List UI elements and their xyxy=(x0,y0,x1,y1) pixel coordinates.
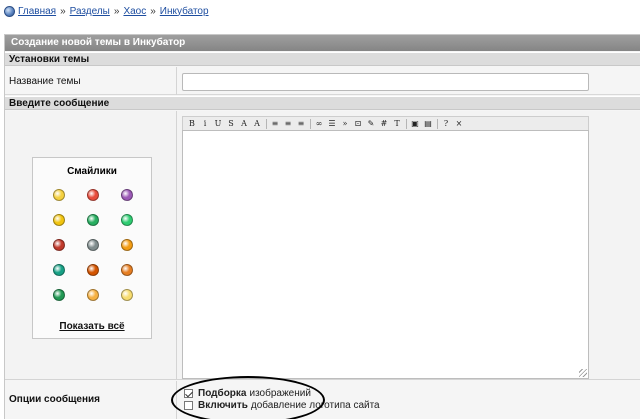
remove-format-button[interactable]: × xyxy=(453,118,465,130)
bold-button[interactable]: B xyxy=(186,118,198,130)
smilies-title: Смайлики xyxy=(67,166,117,177)
gun-smiley-icon[interactable] xyxy=(53,239,65,251)
grin-smiley-icon[interactable] xyxy=(53,189,65,201)
love-smiley-icon[interactable] xyxy=(87,189,99,201)
breadcrumb-link-home[interactable]: Главная xyxy=(18,6,56,17)
sad-smiley-icon[interactable] xyxy=(53,289,65,301)
image-gallery-checkbox[interactable] xyxy=(184,389,193,398)
topic-title-input[interactable] xyxy=(182,73,589,91)
align-center-button[interactable]: ≡ xyxy=(282,118,294,130)
column-divider xyxy=(176,381,177,419)
align-left-button[interactable]: ≡ xyxy=(269,118,281,130)
list-button[interactable]: ☰ xyxy=(326,118,338,130)
strike-button[interactable]: S xyxy=(225,118,237,130)
toolbar-separator xyxy=(406,118,407,129)
breadcrumb: Главная » Разделы » Хаос » Инкубатор xyxy=(4,4,209,18)
html-button[interactable]: ⊡ xyxy=(352,118,364,130)
toolbar-separator xyxy=(437,118,438,129)
toolbar-separator xyxy=(310,118,311,129)
new-topic-panel: Создание новой темы в Инкубатор Установк… xyxy=(4,34,640,419)
dizzy-smiley-icon[interactable] xyxy=(53,264,65,276)
option-text: добавление логотипа сайта xyxy=(250,400,380,411)
smilies-panel: Смайлики Показать всё xyxy=(32,157,152,339)
column-divider xyxy=(176,111,177,380)
image-button[interactable]: ▣ xyxy=(409,118,421,130)
purple-smiley-icon[interactable] xyxy=(121,189,133,201)
typewriter-button[interactable]: T xyxy=(391,118,403,130)
panel-title: Создание новой темы в Инкубатор xyxy=(5,35,640,51)
party-smiley-icon[interactable] xyxy=(121,264,133,276)
message-body-row: Смайлики Показать всё Bi U S A A ≡ ≡ ≡ ∞ ☰» ⊡ ✎ # T ▣ ▤… xyxy=(5,111,640,380)
option-text: изображений xyxy=(249,388,311,399)
options-label: Опции сообщения xyxy=(9,394,101,405)
option-bold-text: Подборка xyxy=(198,388,247,399)
guitar-smiley-icon[interactable] xyxy=(121,239,133,251)
breadcrumb-separator: » xyxy=(60,5,66,17)
home-globe-icon[interactable] xyxy=(4,5,15,17)
site-logo-checkbox[interactable] xyxy=(184,401,193,410)
arrow-smiley-icon[interactable] xyxy=(87,214,99,226)
font-color-button[interactable]: A xyxy=(238,118,250,130)
hash-button[interactable]: # xyxy=(378,118,390,130)
quote-button[interactable]: » xyxy=(339,118,351,130)
help-button[interactable]: ? xyxy=(440,118,452,130)
breadcrumb-separator: » xyxy=(113,5,120,17)
star-smiley-icon[interactable] xyxy=(121,289,133,301)
ghost-smiley-icon[interactable] xyxy=(87,239,99,251)
video-button[interactable]: ▤ xyxy=(422,118,434,130)
option-site-logo[interactable]: Включить добавление логотипа сайта xyxy=(184,400,380,411)
underline-button[interactable]: U xyxy=(212,118,224,130)
message-options-row: Опции сообщения Подборка изображений Вкл… xyxy=(5,381,640,419)
editor-toolbar: Bi U S A A ≡ ≡ ≡ ∞ ☰» ⊡ ✎ # T ▣ ▤? × xyxy=(182,116,589,130)
resize-handle-icon[interactable] xyxy=(579,369,587,377)
toolbar-separator xyxy=(266,118,267,129)
spoiler-button[interactable]: ✎ xyxy=(365,118,377,130)
breadcrumb-separator: » xyxy=(150,5,156,17)
laugh-smiley-icon[interactable] xyxy=(87,289,99,301)
breadcrumb-link-incubator[interactable]: Инкубатор xyxy=(160,6,209,17)
dance-smiley-icon[interactable] xyxy=(87,264,99,276)
align-right-button[interactable]: ≡ xyxy=(295,118,307,130)
green-smiley-icon[interactable] xyxy=(121,214,133,226)
column-divider xyxy=(176,67,177,95)
option-bold-text: Включить xyxy=(198,400,248,411)
topic-label: Название темы xyxy=(9,76,81,87)
option-image-gallery[interactable]: Подборка изображений xyxy=(184,388,311,399)
message-textarea[interactable] xyxy=(182,130,589,379)
breadcrumb-link-chaos[interactable]: Хаос xyxy=(123,6,146,17)
italic-button[interactable]: i xyxy=(199,118,211,130)
breadcrumb-link-sections[interactable]: Разделы xyxy=(70,6,110,17)
show-all-smilies-link[interactable]: Показать всё xyxy=(33,321,151,332)
topic-row: Название темы xyxy=(5,67,640,95)
thinking-smiley-icon[interactable] xyxy=(53,214,65,226)
section-heading-message: Введите сообщение xyxy=(5,96,640,110)
link-button[interactable]: ∞ xyxy=(313,118,325,130)
section-heading-settings: Установки темы xyxy=(5,52,640,66)
font-size-button[interactable]: A xyxy=(251,118,263,130)
